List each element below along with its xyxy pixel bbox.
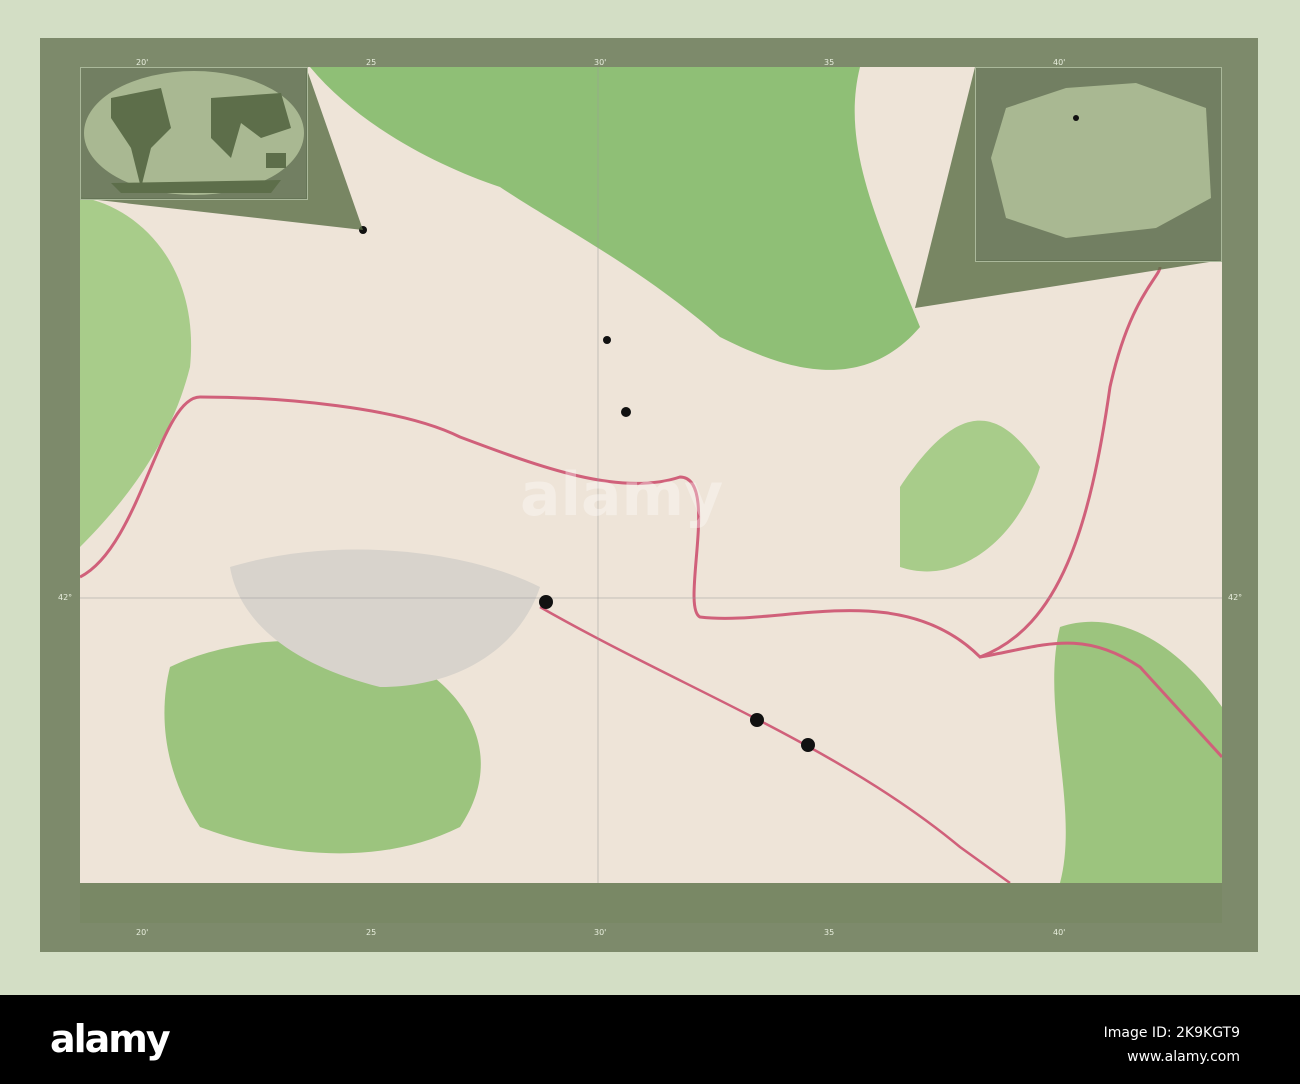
country-inset-map <box>975 67 1222 262</box>
tick-bottom-1: 20' <box>136 928 149 937</box>
alamy-logo: alamy <box>50 1017 171 1061</box>
tick-top-2: 25 <box>366 58 377 67</box>
image-id: Image ID: 2K9KGT9 <box>1103 1025 1240 1041</box>
map-bottom-band <box>80 883 1222 923</box>
marker-4 <box>750 713 764 727</box>
tick-top-4: 35 <box>824 58 835 67</box>
watermark: alamy <box>520 460 724 530</box>
tick-bottom-5: 40' <box>1053 928 1066 937</box>
marker-2 <box>621 407 631 417</box>
tick-bottom-4: 35 <box>824 928 835 937</box>
tick-top-3: 30' <box>594 58 607 67</box>
site-url[interactable]: www.alamy.com <box>1104 1045 1240 1069</box>
world-inset-map <box>80 67 308 200</box>
tick-top-1: 20' <box>136 58 149 67</box>
tick-left: 42° <box>58 593 73 602</box>
marker-1 <box>603 336 611 344</box>
tick-right: 42° <box>1228 593 1243 602</box>
footer-bar: alamy Image ID: 2K9KGT9 www.alamy.com <box>0 995 1300 1084</box>
marker-3 <box>539 595 553 609</box>
tick-bottom-2: 25 <box>366 928 377 937</box>
marker-5 <box>801 738 815 752</box>
tick-top-5: 40' <box>1053 58 1066 67</box>
tick-bottom-3: 30' <box>594 928 607 937</box>
